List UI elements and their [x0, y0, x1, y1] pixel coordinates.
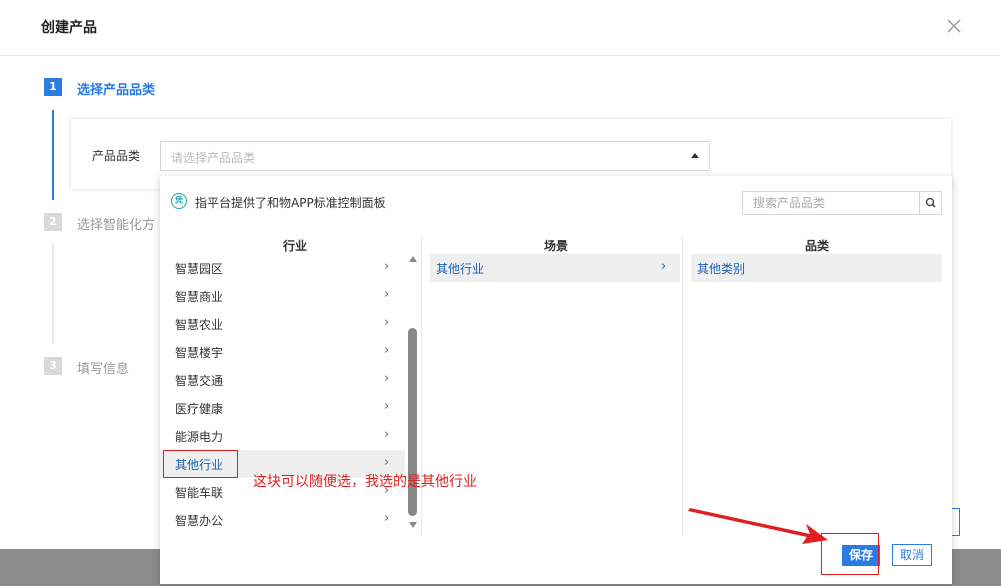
- category-field-label: 产品品类: [92, 149, 141, 163]
- column-header-scene: 场景: [543, 239, 568, 253]
- step-connector-1: [52, 110, 54, 200]
- modal-title: 创建产品: [41, 20, 97, 36]
- annotation-text: 这块可以随便选，我选的是其他行业: [253, 474, 477, 490]
- step-3-badge: 3: [44, 357, 62, 375]
- scroll-down-arrow-icon[interactable]: [409, 522, 417, 528]
- search-icon: [925, 197, 936, 208]
- step-1-label: 选择产品品类: [77, 83, 156, 98]
- industry-label: 智慧办公: [175, 514, 224, 528]
- industry-label: 智能车联: [175, 486, 224, 500]
- chevron-right-icon: ›: [384, 399, 390, 414]
- close-icon[interactable]: [944, 16, 964, 36]
- industry-label: 医疗健康: [175, 402, 224, 416]
- chevron-right-icon: ›: [384, 455, 390, 470]
- annotation-highlight-box: [163, 450, 238, 478]
- category-select-placeholder: 请选择产品品类: [171, 151, 256, 165]
- category-search-box: [742, 191, 942, 215]
- caret-up-icon: [691, 153, 699, 158]
- category-select[interactable]: 请选择产品品类: [160, 141, 710, 171]
- step-1-badge: 1: [44, 78, 62, 96]
- scroll-up-arrow-icon[interactable]: [409, 256, 417, 262]
- industry-item[interactable]: 智慧商业 ›: [160, 282, 405, 310]
- chevron-right-icon: ›: [661, 259, 667, 274]
- step-connector-2: [52, 244, 54, 344]
- panel-info-text: 指平台提供了和物APP标准控制面板: [195, 196, 386, 210]
- industry-item[interactable]: 能源电力 ›: [160, 422, 405, 450]
- industry-label: 智慧交通: [175, 374, 224, 388]
- category-label: 其他类别: [697, 262, 746, 276]
- category-search-input[interactable]: [743, 192, 917, 214]
- industry-label: 能源电力: [175, 430, 224, 444]
- industry-scrollbar[interactable]: [407, 256, 419, 536]
- industry-item[interactable]: 医疗健康 ›: [160, 394, 405, 422]
- step-2-label: 选择智能化方: [77, 218, 156, 233]
- annotation-arrow-icon: [688, 508, 828, 544]
- chevron-right-icon: ›: [384, 315, 390, 330]
- industry-label: 智慧商业: [175, 290, 224, 304]
- chevron-right-icon: ›: [384, 427, 390, 442]
- industry-item[interactable]: 智慧楼宇 ›: [160, 338, 405, 366]
- background-button-edge: [952, 508, 960, 536]
- certified-icon: 凭: [171, 193, 187, 209]
- chevron-right-icon: ›: [384, 259, 390, 274]
- industry-item[interactable]: 智慧办公 ›: [160, 506, 405, 534]
- chevron-right-icon: ›: [384, 343, 390, 358]
- column-header-industry: 行业: [282, 239, 307, 253]
- scene-item[interactable]: 其他行业 ›: [430, 254, 680, 282]
- industry-item[interactable]: 智慧园区 ›: [160, 254, 405, 282]
- search-button[interactable]: [919, 192, 942, 214]
- industry-item[interactable]: 智慧农业 ›: [160, 310, 405, 338]
- chevron-right-icon: ›: [384, 287, 390, 302]
- industry-label: 智慧园区: [175, 262, 224, 276]
- step-2-badge: 2: [44, 213, 62, 231]
- industry-item[interactable]: 智慧交通 ›: [160, 366, 405, 394]
- industry-label: 智慧农业: [175, 318, 224, 332]
- column-divider: [682, 236, 683, 536]
- industry-label: 智慧楼宇: [175, 346, 224, 360]
- scene-label: 其他行业: [436, 262, 485, 276]
- cancel-button[interactable]: 取消: [892, 544, 932, 566]
- column-divider: [421, 236, 422, 536]
- annotation-save-highlight-box: [821, 533, 879, 575]
- modal-header: 创建产品: [0, 0, 1001, 56]
- chevron-right-icon: ›: [384, 371, 390, 386]
- step-3-label: 填写信息: [77, 362, 130, 377]
- column-header-category: 品类: [804, 239, 829, 253]
- category-item[interactable]: 其他类别: [691, 254, 942, 282]
- chevron-right-icon: ›: [384, 511, 390, 526]
